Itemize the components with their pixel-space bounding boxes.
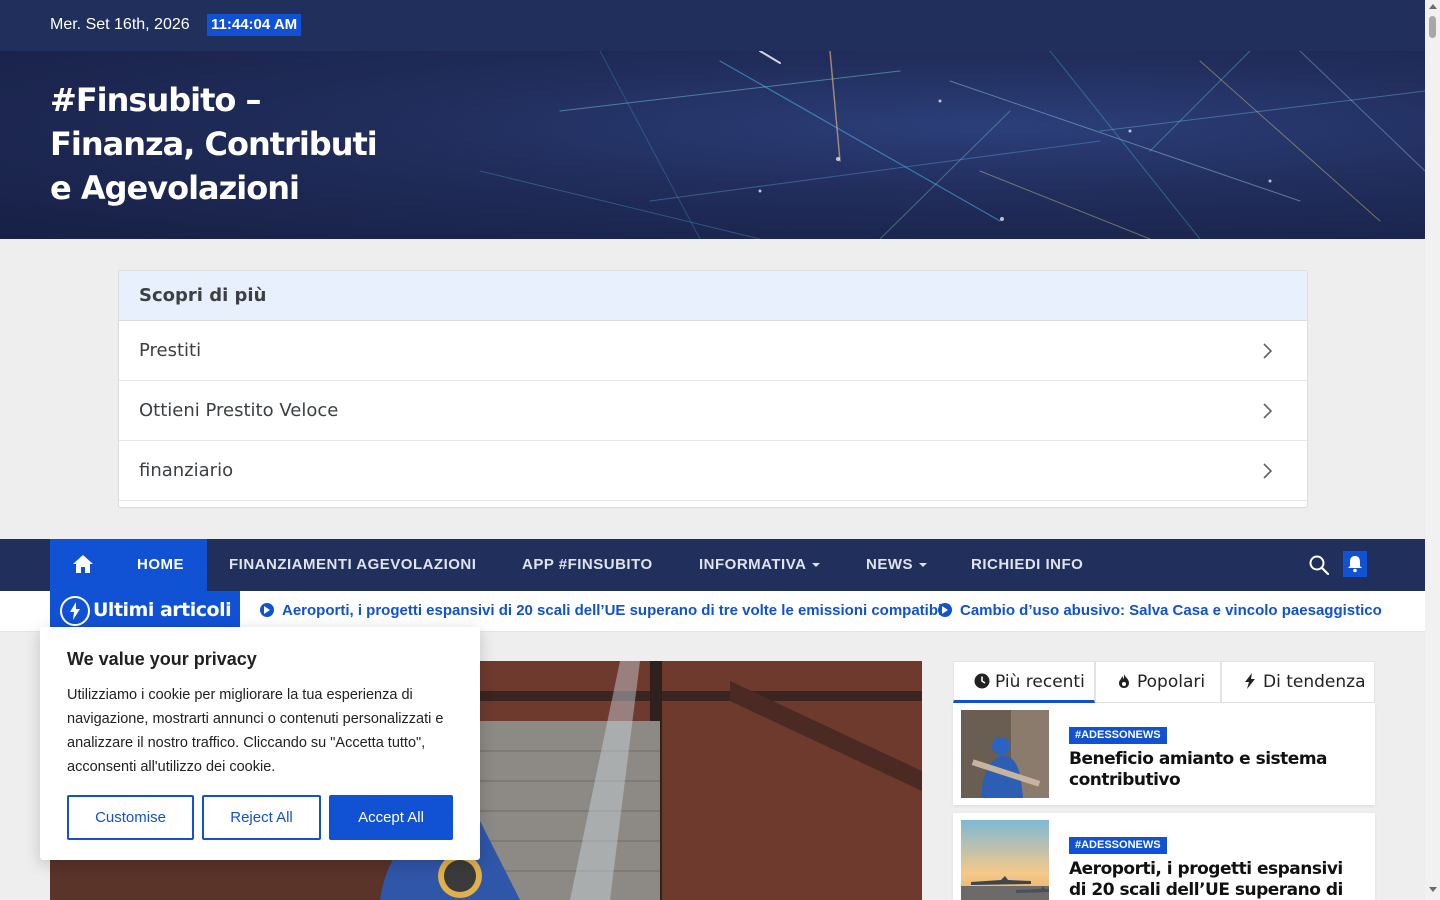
current-date: Mer. Set 16th, 2026 bbox=[50, 16, 190, 33]
arrow-circle-icon bbox=[938, 603, 952, 617]
asbestos-worker-thumbnail bbox=[961, 710, 1049, 798]
cookie-description: Utilizziamo i cookie per migliorare la t… bbox=[67, 687, 444, 775]
nav-item-label: HOME bbox=[137, 556, 184, 573]
nav-item-label: NEWS bbox=[866, 556, 913, 573]
post-thumbnail[interactable] bbox=[961, 710, 1049, 798]
cookie-consent-dialog: We value your privacy Utilizziamo i cook… bbox=[40, 627, 480, 860]
discover-item-prestito-veloce[interactable]: Ottieni Prestito Veloce bbox=[119, 381, 1307, 441]
tab-label: Più recenti bbox=[995, 672, 1085, 692]
ticker-item-text: Aeroporti, i progetti espansivi di 20 sc… bbox=[282, 602, 951, 619]
sidebar-post[interactable]: #ADESSONEWS Aeroporti, i progetti espans… bbox=[953, 813, 1375, 900]
airport-sunset-thumbnail bbox=[961, 820, 1049, 900]
search-icon[interactable] bbox=[1308, 554, 1330, 576]
bolt-circle-icon bbox=[60, 596, 90, 626]
ticker-item[interactable]: Cambio d’uso abusivo: Salva Casa e vinco… bbox=[938, 591, 1382, 631]
discover-item-finanziario[interactable]: finanziario bbox=[119, 441, 1307, 501]
bell-icon bbox=[1348, 556, 1362, 573]
discover-item-label: finanziario bbox=[139, 460, 234, 481]
chevron-right-icon bbox=[1263, 403, 1273, 419]
bolt-icon bbox=[1245, 673, 1255, 689]
scroll-up-arrow-icon[interactable] bbox=[1429, 4, 1437, 9]
nav-item-label: INFORMATIVA bbox=[699, 556, 807, 573]
ticker-item[interactable]: Aeroporti, i progetti espansivi di 20 sc… bbox=[260, 591, 951, 631]
caret-down-icon bbox=[919, 563, 927, 568]
nav-item-richiedi-info[interactable]: RICHIEDI INFO bbox=[971, 539, 1083, 591]
fire-icon bbox=[1119, 674, 1129, 688]
accept-all-button[interactable]: Accept All bbox=[329, 795, 453, 840]
category-badge[interactable]: #ADESSONEWS bbox=[1069, 727, 1167, 744]
discover-heading: Scopri di più bbox=[119, 271, 1307, 321]
nav-item-news[interactable]: NEWS bbox=[866, 539, 927, 591]
tab-popolari[interactable]: Popolari bbox=[1095, 661, 1221, 703]
post-title[interactable]: Beneficio amianto e sistema contributivo bbox=[1069, 749, 1359, 791]
nav-item-finanziamenti[interactable]: FINANZIAMENTI AGEVOLAZIONI bbox=[229, 539, 476, 591]
reject-all-button[interactable]: Reject All bbox=[202, 795, 321, 840]
discover-item-label: Prestiti bbox=[139, 340, 202, 361]
sidebar-tabs: Più recenti Popolari Di tendenza bbox=[953, 661, 1375, 703]
discover-more-widget: Scopri di più Prestiti Ottieni Prestito … bbox=[118, 270, 1308, 508]
sidebar-post[interactable]: #ADESSONEWS Beneficio amianto e sistema … bbox=[953, 703, 1375, 805]
current-time: 11:44:04 AM bbox=[207, 14, 302, 36]
scrollbar-thumb[interactable] bbox=[1429, 16, 1436, 38]
nav-item-app-finsubito[interactable]: APP #FINSUBITO bbox=[522, 539, 653, 591]
tab-label: Di tendenza bbox=[1263, 672, 1366, 692]
ticker-label: Ultimi articoli bbox=[93, 599, 232, 621]
caret-down-icon bbox=[812, 563, 821, 568]
ticker-label-box: Ultimi articoli bbox=[50, 591, 240, 631]
news-ticker: Ultimi articoli Aeroporti, i progetti es… bbox=[0, 591, 1425, 632]
category-badge[interactable]: #ADESSONEWS bbox=[1069, 837, 1167, 854]
discover-item-label: Ottieni Prestito Veloce bbox=[139, 400, 339, 421]
clock-icon bbox=[974, 673, 990, 689]
main-navigation: HOME FINANZIAMENTI AGEVOLAZIONI APP #FIN… bbox=[0, 539, 1425, 591]
page-scrollbar[interactable] bbox=[1425, 0, 1440, 900]
chevron-right-icon bbox=[1263, 463, 1273, 479]
nav-item-informativa[interactable]: INFORMATIVA bbox=[699, 539, 821, 591]
tab-piu-recenti[interactable]: Più recenti bbox=[953, 661, 1095, 703]
top-bar: Mer. Set 16th, 2026 11:44:04 AM bbox=[0, 0, 1425, 51]
tab-label: Popolari bbox=[1137, 672, 1206, 692]
scroll-down-arrow-icon[interactable] bbox=[1429, 887, 1437, 892]
arrow-circle-icon bbox=[260, 603, 274, 617]
chevron-right-icon bbox=[1263, 343, 1273, 359]
post-title[interactable]: Aeroporti, i progetti espansivi di 20 sc… bbox=[1069, 859, 1359, 900]
home-icon bbox=[73, 555, 93, 573]
ticker-item-text: Cambio d’uso abusivo: Salva Casa e vinco… bbox=[960, 602, 1382, 619]
cookie-title: We value your privacy bbox=[67, 649, 257, 669]
discover-item-prestiti[interactable]: Prestiti bbox=[119, 321, 1307, 381]
customise-button[interactable]: Customise bbox=[67, 795, 194, 840]
notifications-button[interactable] bbox=[1343, 551, 1367, 577]
header-banner: #Finsubito – Finanza, Contributi e Agevo… bbox=[0, 51, 1425, 239]
site-title[interactable]: #Finsubito – Finanza, Contributi e Agevo… bbox=[50, 78, 380, 210]
post-thumbnail[interactable] bbox=[961, 820, 1049, 900]
nav-item-home[interactable]: HOME bbox=[50, 539, 207, 591]
tab-di-tendenza[interactable]: Di tendenza bbox=[1221, 661, 1375, 703]
